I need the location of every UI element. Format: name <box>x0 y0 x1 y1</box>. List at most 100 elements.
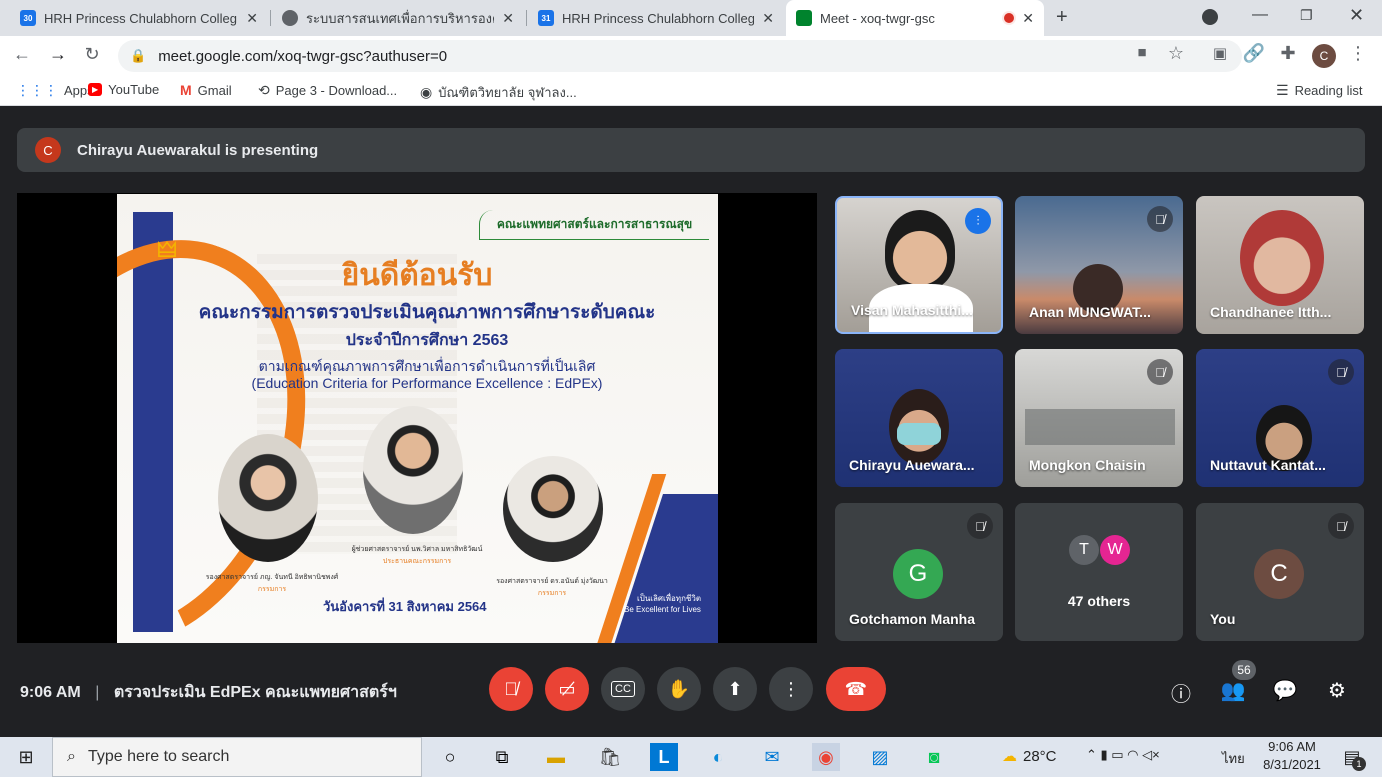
others-tile[interactable]: T W 47 others <box>1015 503 1183 641</box>
participant-tile[interactable]: 🎙̸ Anan MUNGWAT... <box>1015 196 1183 334</box>
back-icon[interactable]: ← <box>10 44 34 65</box>
line-app-icon[interactable]: L <box>650 743 678 771</box>
person-center-name: ผู้ช่วยศาสตราจารย์ นพ.วิศาล มหาสิทธิวัฒน… <box>351 546 483 553</box>
chat-icon[interactable]: 💬 <box>1270 678 1300 703</box>
reading-list-button[interactable]: ☰ Reading list <box>1276 82 1363 99</box>
menu-kebab-icon[interactable]: ⋮ <box>1346 43 1370 64</box>
participant-tile[interactable]: G 🎙̸ Gotchamon Manha <box>835 503 1003 641</box>
portrait-right <box>503 456 603 562</box>
tab-label: ระบบสารสนเทศเพื่อการบริหารองค์กร <box>306 10 494 26</box>
slide-welcome: ยินดีต้อนรับ <box>341 259 493 292</box>
edge-icon[interactable]: ◐ <box>704 743 732 771</box>
participant-name: Gotchamon Manha <box>849 611 976 627</box>
lock-icon: 🔒 <box>130 48 147 63</box>
recording-icon <box>1004 13 1015 23</box>
extension-icon[interactable]: ▣ <box>1208 44 1232 62</box>
restore-button[interactable]: ❐ <box>1300 7 1313 24</box>
participant-name: Visan Mahasitthi... <box>851 302 973 318</box>
participant-tile[interactable]: ⫶ Visan Mahasitthi... <box>835 196 1003 334</box>
chrome-icon[interactable]: ◉ <box>812 743 840 771</box>
participant-avatar: T <box>1069 535 1099 565</box>
download-site-icon: ⟲ <box>258 82 270 98</box>
leave-call-button[interactable]: ☎ <box>826 667 886 711</box>
tab-label: HRH Princess Chulabhorn Colleg <box>44 10 237 26</box>
person-left-role: กรรมการ <box>257 586 287 593</box>
captions-button[interactable]: CC <box>601 667 645 711</box>
system-tray-icons[interactable]: ⌃ ▮ ▭ ◠ ◁× <box>1086 747 1160 763</box>
browser-toolbar: ← → ↻ 🔒 meet.google.com/xoq-twgr-gsc?aut… <box>0 36 1382 76</box>
cortana-icon[interactable]: ○ <box>436 743 464 771</box>
more-options-button[interactable]: ⋮ <box>769 667 813 711</box>
self-tile[interactable]: C 🎙̸ You <box>1196 503 1364 641</box>
reload-icon[interactable]: ↻ <box>80 44 104 65</box>
person-left-name: รองศาสตราจารย์ ภญ. จันทนี อิทธิพานิชพงศ์ <box>205 574 339 581</box>
mic-toggle-button[interactable]: 🎙̸ <box>489 667 533 711</box>
tab-hrh-calendar-1[interactable]: 30 HRH Princess Chulabhorn Colleg ✕ <box>10 0 268 36</box>
close-icon[interactable]: ✕ <box>762 10 774 27</box>
hand-icon: ✋ <box>667 678 691 699</box>
meeting-info-icon[interactable]: ⓘ <box>1166 678 1196 707</box>
participant-tile[interactable]: Chirayu Auewara... <box>835 349 1003 487</box>
participant-tile[interactable]: 🎙̸ Nuttavut Kantat... <box>1196 349 1364 487</box>
people-icon[interactable]: 👥 <box>1218 678 1248 703</box>
meeting-details: 9:06 AM | ตรวจประเมิน EdPEx คณะแพทยศาสตร… <box>20 684 397 701</box>
participant-name: Nuttavut Kantat... <box>1210 457 1326 473</box>
weather-widget[interactable]: ☁ 28°C <box>1002 747 1057 766</box>
close-icon[interactable]: ✕ <box>502 10 514 27</box>
puzzle-icon[interactable]: ✚ <box>1276 43 1300 64</box>
presenting-text: Chirayu Auewarakul is presenting <box>77 141 319 159</box>
camera-icon[interactable]: ■ <box>1130 44 1154 61</box>
participant-tile[interactable]: Chandhanee Itth... <box>1196 196 1364 334</box>
minimize-button[interactable]: — <box>1252 6 1268 24</box>
tab-search-icon[interactable] <box>1202 9 1218 25</box>
person-center-role: ประธานคณะกรรมการ <box>382 558 452 565</box>
notification-badge: 1 <box>1352 757 1366 771</box>
new-tab-button[interactable]: + <box>1056 6 1068 29</box>
participant-name: Anan MUNGWAT... <box>1029 304 1151 320</box>
bookmark-gmail[interactable]: M Gmail <box>180 82 232 98</box>
bookmark-youtube[interactable]: ▶ YouTube <box>88 82 159 97</box>
taskbar-search[interactable]: ⌕ Type here to search <box>52 737 422 777</box>
camera-toggle-button[interactable]: ▭̸ <box>545 667 589 711</box>
tab-hrh-calendar-2[interactable]: 31 HRH Princess Chulabhorn Colleg ✕ <box>528 0 784 36</box>
meeting-title: ตรวจประเมิน EdPEx คณะแพทยศาสตร์ฯ <box>113 684 397 701</box>
hang-up-icon: ☎ <box>844 678 868 699</box>
people-count-badge: 56 <box>1232 660 1256 680</box>
address-bar[interactable]: 🔒 meet.google.com/xoq-twgr-gsc?authuser=… <box>118 40 1242 72</box>
forward-icon[interactable]: → <box>46 44 70 65</box>
mail-icon[interactable]: ✉ <box>758 743 786 771</box>
bookmark-star-icon[interactable]: ☆ <box>1164 43 1188 64</box>
file-explorer-icon[interactable]: ▬ <box>542 743 570 771</box>
meeting-controls-bar: 9:06 AM | ตรวจประเมิน EdPEx คณะแพทยศาสตร… <box>0 660 1382 737</box>
bookmark-apps[interactable]: ⋮⋮⋮ Apps <box>16 82 94 99</box>
presentation-stage[interactable]: 🜲 คณะแพทยศาสตร์และการสาธารณสุข ยินดีต้อน… <box>17 193 817 643</box>
weather-sun-icon: ☁ <box>1002 748 1017 765</box>
raise-hand-button[interactable]: ✋ <box>657 667 701 711</box>
windows-taskbar: ⊞ ⌕ Type here to search ○ ⧉ ▬ 🛍 L ◐ ✉ ◉ … <box>0 737 1382 777</box>
tab-meet[interactable]: Meet - xoq-twgr-gsc ✕ <box>786 0 1044 36</box>
participant-avatar: W <box>1100 535 1130 565</box>
slide-line1: คณะกรรมการตรวจประเมินคุณภาพการศึกษาระดับ… <box>198 302 656 323</box>
task-view-icon[interactable]: ⧉ <box>488 743 516 771</box>
tab-mis[interactable]: ระบบสารสนเทศเพื่อการบริหารองค์กร ✕ <box>272 0 524 36</box>
participant-tile[interactable]: 🎙̸ Mongkon Chaisin <box>1015 349 1183 487</box>
youtube-icon: ▶ <box>88 83 103 96</box>
search-icon: ⌕ <box>67 748 76 765</box>
close-icon[interactable]: ✕ <box>1022 10 1034 27</box>
presenter-avatar: C <box>35 137 61 163</box>
store-icon[interactable]: 🛍 <box>596 743 624 771</box>
windows-start-icon[interactable]: ⊞ <box>12 743 40 771</box>
close-window-button[interactable]: ✕ <box>1349 5 1364 26</box>
present-button[interactable]: ⬆ <box>713 667 757 711</box>
bookmark-page3[interactable]: ⟲ Page 3 - Download... <box>258 82 397 99</box>
language-indicator[interactable]: ไทย <box>1222 748 1245 769</box>
activities-icon[interactable]: ⚙ <box>1322 678 1352 703</box>
bookmark-grad-school[interactable]: ◉ บัณฑิตวิทยาลัย จุฬาลง... <box>420 82 577 103</box>
clock[interactable]: 9:06 AM 8/31/2021 <box>1254 739 1330 772</box>
presenting-banner: C Chirayu Auewarakul is presenting <box>17 128 1365 172</box>
photos-icon[interactable]: ▨ <box>866 743 894 771</box>
profile-avatar[interactable]: C <box>1312 44 1336 68</box>
line-icon[interactable]: ◙ <box>920 743 948 771</box>
close-icon[interactable]: ✕ <box>246 10 258 27</box>
link-icon[interactable]: 🔗 <box>1242 43 1266 64</box>
